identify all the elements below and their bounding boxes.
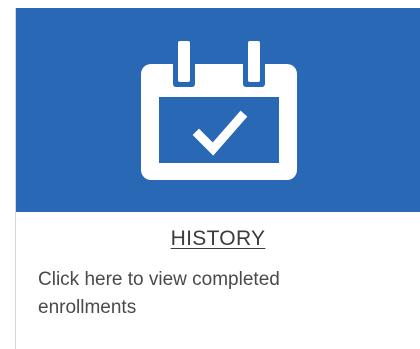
card-description: Click here to view completed enrollments xyxy=(38,269,280,318)
history-card[interactable]: HISTORY Click here to view completed enr… xyxy=(15,8,420,349)
page: HISTORY Click here to view completed enr… xyxy=(0,0,420,349)
card-title-link[interactable]: HISTORY xyxy=(16,227,420,251)
card-banner xyxy=(16,8,420,212)
calendar-check-icon xyxy=(141,41,297,180)
